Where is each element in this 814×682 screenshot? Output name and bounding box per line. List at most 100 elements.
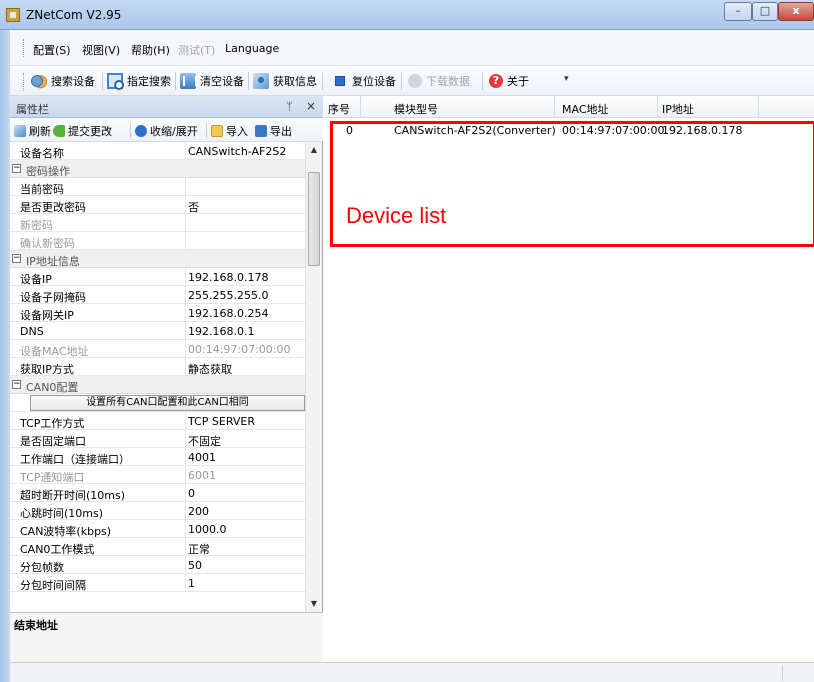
property-row[interactable]: 设备子网掩码 255.255.255.0 [10,286,305,304]
property-value[interactable]: 200 [188,505,209,518]
column-header-model[interactable]: 模块型号 [394,101,438,117]
property-value[interactable]: 00:14:97:07:00:00 [188,343,291,356]
property-value[interactable]: 6001 [188,469,216,482]
maximize-button[interactable]: □ [752,2,778,21]
about-button[interactable]: ? 关于 [489,70,529,92]
category-ip[interactable]: − IP地址信息 [10,250,305,268]
property-row[interactable]: 新密码 [10,214,305,232]
get-info-button[interactable]: 获取信息 [253,70,317,92]
property-row[interactable]: 设备IP 192.168.0.178 [10,268,305,286]
property-value[interactable]: 否 [188,199,199,215]
property-row[interactable]: 设备MAC地址 00:14:97:07:00:00 [10,340,305,358]
clear-devices-button[interactable]: 清空设备 [180,70,244,92]
submit-changes-button[interactable]: 提交更改 [53,123,112,139]
property-name: 设备IP [20,273,52,286]
column-divider [185,142,186,159]
column-divider[interactable] [360,96,361,118]
property-value[interactable]: CANSwitch-AF2S2 [188,145,286,158]
collapse-toggle-icon[interactable]: − [12,254,21,263]
toolbar-grip[interactable] [23,73,26,91]
pin-icon[interactable]: ᛘ [286,100,293,113]
property-row[interactable]: 是否更改密码 否 [10,196,305,214]
property-row[interactable]: 设备名称 CANSwitch-AF2S2 [10,142,305,160]
property-row[interactable]: TCP通知端口 6001 [10,466,305,484]
property-name: 确认新密码 [20,237,75,250]
property-value[interactable]: 不固定 [188,433,221,449]
collapse-expand-button[interactable]: 收缩/展开 [135,123,198,139]
category-password[interactable]: − 密码操作 [10,160,305,178]
import-label: 导入 [226,125,248,138]
property-value[interactable]: 255.255.255.0 [188,289,268,302]
property-value[interactable]: 正常 [188,541,210,557]
collapse-toggle-icon[interactable]: − [12,380,21,389]
property-row[interactable]: 超时断开时间(10ms) 0 [10,484,305,502]
toolbar-separator [482,72,483,90]
property-value[interactable]: 1 [188,577,195,590]
property-row[interactable]: 工作端口（连接端口） 4001 [10,448,305,466]
collapse-toggle-icon[interactable]: − [12,164,21,173]
property-row[interactable]: 确认新密码 [10,232,305,250]
menubar-grip[interactable] [23,39,26,57]
download-data-button[interactable]: 下载数据 [408,70,470,92]
column-header-mac[interactable]: MAC地址 [562,101,609,117]
search-devices-button[interactable]: 搜索设备 [31,70,95,92]
blue-circle-icon [135,125,147,137]
column-header-ip[interactable]: IP地址 [662,101,694,117]
property-value[interactable]: 192.168.0.178 [188,271,268,284]
property-row[interactable]: 心跳时间(10ms) 200 [10,502,305,520]
property-value[interactable]: 192.168.0.1 [188,325,254,338]
toolbar-overflow-icon[interactable]: ▾ [564,74,569,84]
menu-language[interactable]: Language [225,42,279,55]
property-pane: 属性栏 ᛘ × 刷新 提交更改 收缩/展开 导入 导出 设备名称 CANSwit… [10,96,323,662]
property-row[interactable]: 获取IP方式 静态获取 [10,358,305,376]
status-divider [782,665,783,681]
menu-help[interactable]: 帮助(H) [131,42,170,58]
description-title: 结束地址 [14,619,58,632]
close-pane-icon[interactable]: × [306,99,316,113]
property-row[interactable]: 当前密码 [10,178,305,196]
column-divider[interactable] [657,96,658,118]
scroll-up-icon[interactable]: ▲ [306,142,322,158]
menu-test[interactable]: 测试(T) [178,42,215,58]
property-row[interactable]: 是否固定端口 不固定 [10,430,305,448]
column-header-index[interactable]: 序号 [328,101,350,117]
property-value[interactable]: TCP SERVER [188,415,255,428]
property-row[interactable]: 设备网关IP 192.168.0.254 [10,304,305,322]
target-search-icon [107,73,124,90]
category-can0[interactable]: − CAN0配置 [10,376,305,394]
scroll-down-icon[interactable]: ▼ [306,596,322,612]
property-value[interactable]: 1000.0 [188,523,227,536]
property-value[interactable]: 4001 [188,451,216,464]
import-button[interactable]: 导入 [211,123,248,139]
apply-all-can-button[interactable]: 设置所有CAN口配置和此CAN口相同 [30,395,305,411]
property-row[interactable]: CAN0工作模式 正常 [10,538,305,556]
menu-view[interactable]: 视图(V) [82,42,120,58]
description-box: 结束地址 [10,612,323,662]
property-value[interactable]: 50 [188,559,202,572]
refresh-button[interactable]: 刷新 [14,123,51,139]
column-divider [185,178,186,195]
property-row[interactable]: TCP工作方式 TCP SERVER [10,412,305,430]
property-row[interactable]: CAN波特率(kbps) 1000.0 [10,520,305,538]
scroll-thumb[interactable] [308,172,320,266]
property-value[interactable]: 0 [188,487,195,500]
menu-config[interactable]: 配置(S) [33,42,71,58]
column-divider[interactable] [758,96,759,118]
property-row[interactable]: 分包帧数 50 [10,556,305,574]
column-divider[interactable] [554,96,555,118]
property-row[interactable]: DNS 192.168.0.1 [10,322,305,340]
minimize-button[interactable]: – [724,2,752,21]
export-button[interactable]: 导出 [255,123,292,139]
reset-device-button[interactable]: 复位设备 [332,70,396,92]
category-title: 密码操作 [26,165,70,178]
property-scrollbar[interactable]: ▲ ▼ [305,142,322,612]
close-window-button[interactable]: x [778,2,814,21]
column-divider [185,340,186,357]
toolbar-separator [322,72,323,90]
specified-search-button[interactable]: 指定搜索 [107,70,171,92]
window-title: ZNetCom V2.95 [26,8,122,22]
property-value[interactable]: 静态获取 [188,361,232,377]
property-row[interactable]: 分包时间间隔 1 [10,574,305,592]
column-divider [185,502,186,519]
property-value[interactable]: 192.168.0.254 [188,307,268,320]
